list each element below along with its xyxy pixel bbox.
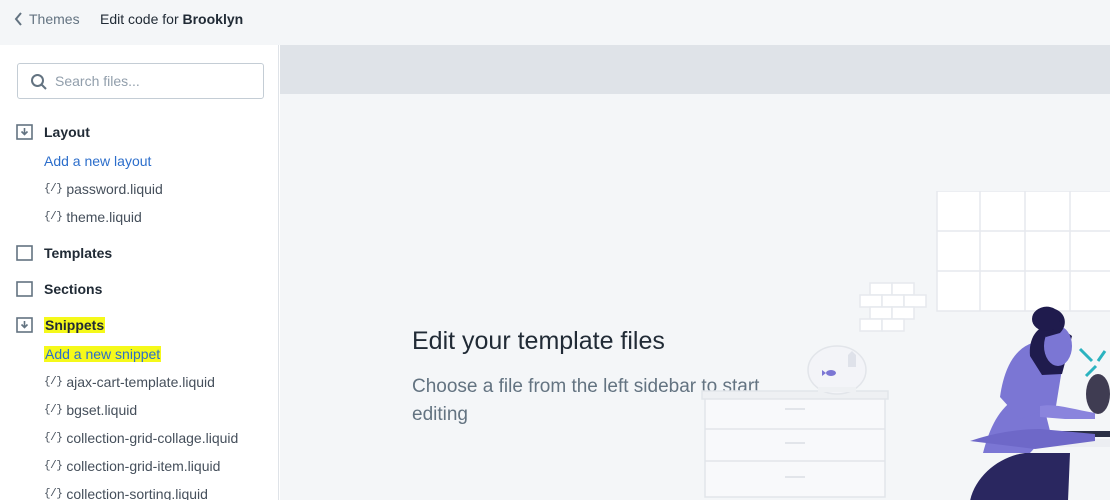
add-layout-link[interactable]: Add a new layout (44, 151, 151, 171)
folder-templates[interactable]: Templates (16, 243, 112, 263)
file-item[interactable]: {/} collection-grid-item.liquid (44, 456, 220, 476)
folder-layout[interactable]: Layout (16, 122, 90, 142)
theme-name: Brooklyn (182, 11, 244, 27)
code-file-icon: {/} (44, 183, 63, 195)
folder-download-icon (16, 317, 33, 333)
code-file-icon: {/} (44, 460, 63, 472)
page-title: Edit code for Brooklyn (100, 11, 244, 27)
file-item[interactable]: {/} ajax-cart-template.liquid (44, 372, 215, 392)
code-file-icon: {/} (44, 376, 63, 388)
code-file-icon: {/} (44, 432, 63, 444)
folder-label: Snippets (44, 317, 106, 333)
back-to-themes-link[interactable]: Themes (14, 11, 80, 27)
file-item[interactable]: {/} collection-sorting.liquid (44, 484, 208, 500)
file-item[interactable]: {/} theme.liquid (44, 207, 142, 227)
folder-icon (16, 281, 33, 297)
editor-tab-bar (280, 45, 1110, 94)
search-box[interactable] (17, 63, 264, 99)
folder-label: Templates (44, 245, 113, 261)
folder-sections[interactable]: Sections (16, 279, 102, 299)
add-snippet-link[interactable]: Add a new snippet (44, 344, 162, 364)
chevron-left-icon (14, 12, 22, 26)
folder-snippets[interactable]: Snippets (16, 315, 106, 335)
code-file-icon: {/} (44, 211, 63, 223)
folder-download-icon (16, 124, 33, 140)
empty-state-heading: Edit your template files (412, 327, 665, 355)
file-item[interactable]: {/} collection-grid-collage.liquid (44, 428, 238, 448)
folder-label: Layout (44, 124, 90, 140)
back-label: Themes (29, 11, 80, 27)
file-item[interactable]: {/} password.liquid (44, 179, 163, 199)
search-input[interactable] (55, 71, 255, 91)
file-sidebar: Layout Add a new layout {/}password.liqu… (0, 45, 279, 500)
workspace-illustration (701, 191, 1110, 500)
top-bar: Themes Edit code for Brooklyn (0, 0, 1110, 45)
folder-label: Sections (44, 281, 103, 297)
code-file-icon: {/} (44, 404, 63, 416)
search-icon (31, 74, 47, 90)
editor-area: Edit your template files Choose a file f… (280, 45, 1110, 500)
code-file-icon: {/} (44, 488, 63, 500)
folder-icon (16, 245, 33, 261)
file-item[interactable]: {/} bgset.liquid (44, 400, 137, 420)
